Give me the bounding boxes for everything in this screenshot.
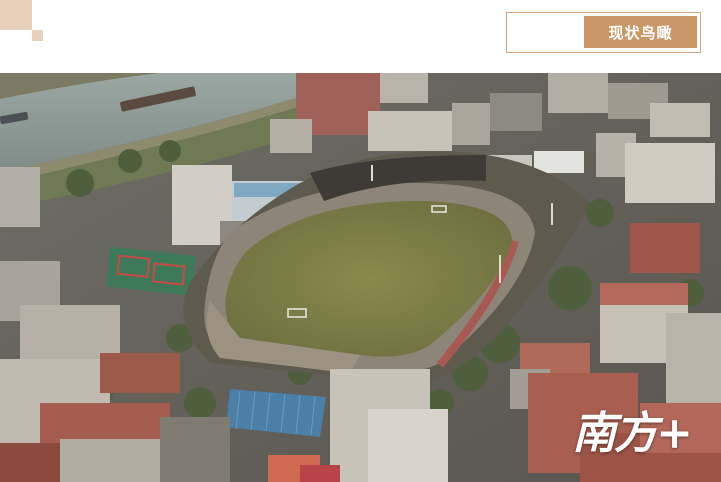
slide-title: 现状鸟瞰 <box>608 23 673 42</box>
watermark-logo: 南方+ <box>572 412 693 456</box>
aerial-photo: 南方+ <box>0 73 721 482</box>
slide-header: 现状鸟瞰 <box>0 0 721 73</box>
corner-decoration <box>0 0 44 42</box>
decor-square-small <box>32 30 43 41</box>
watermark-text: 南方+ <box>572 408 693 459</box>
title-chip: 现状鸟瞰 <box>584 16 697 48</box>
title-frame: 现状鸟瞰 <box>506 12 701 53</box>
decor-square-large <box>0 0 32 30</box>
